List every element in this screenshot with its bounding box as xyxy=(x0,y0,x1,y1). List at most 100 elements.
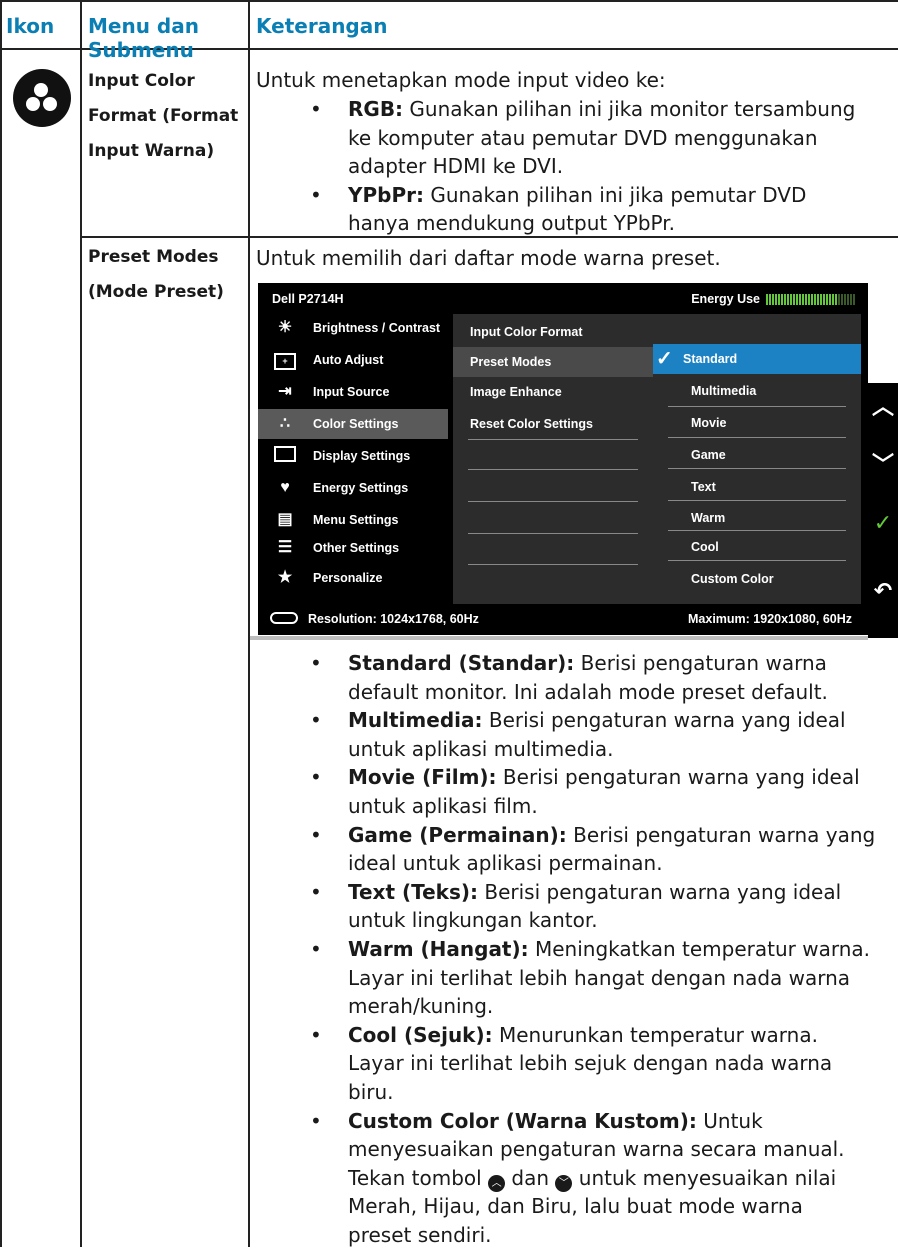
preset-modes-intro: Untuk memilih dari daftar mode warna pre… xyxy=(256,244,721,273)
brightness-icon: ☀ xyxy=(272,318,298,338)
up-arrow-icon[interactable]: ︿ xyxy=(868,389,898,421)
osd-submenu: Input Color Format Preset Modes Image En… xyxy=(453,314,653,604)
energy-bar-segment xyxy=(790,294,792,305)
osd-option-game[interactable]: Game xyxy=(653,440,861,470)
osd-menu-screenshot: Dell P2714H Energy Use ☀Brightness / Con… xyxy=(258,283,868,635)
energy-bar-segment xyxy=(826,294,828,305)
osd-sub-reset-color-settings[interactable]: Reset Color Settings xyxy=(453,409,653,439)
osd-footer: Resolution: 1024x1768, 60Hz Maximum: 192… xyxy=(258,604,868,635)
list-item: Warm (Hangat): Meningkatkan temperatur w… xyxy=(300,935,896,1021)
energy-bar-segment xyxy=(811,294,813,305)
energy-bar-segment xyxy=(853,294,855,305)
back-icon[interactable]: ↶ xyxy=(868,579,898,604)
table-top-border xyxy=(0,0,898,2)
energy-bar-segment xyxy=(778,294,780,305)
osd-item-other-settings[interactable]: ☰Other Settings xyxy=(258,533,448,563)
osd-sub-image-enhance[interactable]: Image Enhance xyxy=(453,377,653,407)
header-icon-column: Ikon xyxy=(6,14,54,38)
up-button-icon: ︿ xyxy=(488,1175,505,1192)
connector-icon xyxy=(270,612,298,624)
osd-item-auto-adjust[interactable]: +Auto Adjust xyxy=(258,345,448,375)
osd-title: Dell P2714H xyxy=(272,292,344,306)
osd-item-brightness[interactable]: ☀Brightness / Contrast xyxy=(258,313,448,343)
energy-bar-segment xyxy=(832,294,834,305)
input-color-format-list: RGB: Gunakan pilihan ini jika monitor te… xyxy=(300,95,896,238)
list-item: YPbPr: Gunakan pilihan ini jika pemutar … xyxy=(300,181,896,238)
osd-option-multimedia[interactable]: Multimedia xyxy=(653,376,861,406)
list-item: Cool (Sejuk): Menurunkan temperatur warn… xyxy=(300,1021,896,1107)
energy-bar-segment xyxy=(841,294,843,305)
submenu-input-color-format-line3: Input Warna) xyxy=(88,136,214,166)
osd-option-movie[interactable]: Movie xyxy=(653,408,861,438)
color-settings-icon: ∴ xyxy=(272,414,298,434)
energy-bar-segment xyxy=(796,294,798,305)
column-divider-2 xyxy=(248,0,250,1247)
energy-use-meter: Energy Use xyxy=(691,292,856,308)
submenu-input-color-format-line2: Format (Format xyxy=(88,101,238,131)
osd-maximum: Maximum: 1920x1080, 60Hz xyxy=(688,612,852,626)
list-item: RGB: Gunakan pilihan ini jika monitor te… xyxy=(300,95,896,181)
column-divider-1 xyxy=(80,0,82,1247)
energy-bar-segment xyxy=(847,294,849,305)
osd-option-cool[interactable]: Cool xyxy=(653,532,861,562)
header-description-column: Keterangan xyxy=(256,14,387,38)
osd-item-menu-settings[interactable]: ▤Menu Settings xyxy=(258,505,448,535)
osd-item-personalize[interactable]: ★Personalize xyxy=(258,563,448,593)
energy-bar-segment xyxy=(808,294,810,305)
energy-bar-segment xyxy=(793,294,795,305)
list-item: Text (Teks): Berisi pengaturan warna yan… xyxy=(300,878,896,935)
list-item: Custom Color (Warna Kustom): Untuk menye… xyxy=(300,1107,896,1249)
energy-bar-segment xyxy=(775,294,777,305)
check-icon[interactable]: ✓ xyxy=(868,511,898,536)
color-settings-icon xyxy=(13,69,71,127)
check-icon: ✓ xyxy=(656,346,673,371)
osd-resolution: Resolution: 1024x1768, 60Hz xyxy=(308,612,479,626)
other-settings-icon: ☰ xyxy=(272,538,298,558)
energy-bar-segment xyxy=(850,294,852,305)
down-button-icon: ﹀ xyxy=(555,1175,572,1192)
energy-bar-segment xyxy=(787,294,789,305)
energy-bar xyxy=(766,294,856,308)
energy-bar-segment xyxy=(805,294,807,305)
preset-modes-list: Standard (Standar): Berisi pengaturan wa… xyxy=(300,649,896,1249)
energy-bar-segment xyxy=(820,294,822,305)
down-arrow-icon[interactable]: ﹀ xyxy=(868,447,898,479)
energy-bar-segment xyxy=(772,294,774,305)
menu-settings-icon: ▤ xyxy=(272,510,298,530)
submenu-input-color-format-line1: Input Color xyxy=(88,66,195,96)
list-item: Standard (Standar): Berisi pengaturan wa… xyxy=(300,649,896,706)
energy-bar-segment xyxy=(835,294,837,305)
input-color-format-intro: Untuk menetapkan mode input video ke: xyxy=(256,66,666,95)
header-menu-column: Menu dan Submenu xyxy=(88,14,238,62)
osd-option-standard[interactable]: ✓Standard xyxy=(653,344,861,374)
osd-side-buttons: ︿ ﹀ ✓ ↶ xyxy=(868,383,898,638)
osd-option-warm[interactable]: Warm xyxy=(653,503,861,533)
osd-preset-options: ✓Standard Multimedia Movie Game Text War… xyxy=(653,314,861,604)
osd-item-color-settings[interactable]: ∴Color Settings xyxy=(258,409,448,439)
energy-bar-segment xyxy=(784,294,786,305)
energy-bar-segment xyxy=(814,294,816,305)
auto-adjust-icon: + xyxy=(272,350,298,370)
energy-bar-segment xyxy=(838,294,840,305)
energy-bar-segment xyxy=(799,294,801,305)
submenu-preset-modes-line1: Preset Modes xyxy=(88,242,218,272)
osd-option-text[interactable]: Text xyxy=(653,472,861,502)
energy-bar-segment xyxy=(829,294,831,305)
energy-bar-segment xyxy=(781,294,783,305)
osd-sub-input-color-format[interactable]: Input Color Format xyxy=(453,317,653,347)
table-left-border xyxy=(0,0,2,1247)
energy-settings-icon: ♥ xyxy=(272,478,298,498)
osd-sub-preset-modes[interactable]: Preset Modes xyxy=(453,347,653,377)
submenu-preset-modes-line2: (Mode Preset) xyxy=(88,277,224,307)
osd-item-energy-settings[interactable]: ♥Energy Settings xyxy=(258,473,448,503)
osd-option-custom-color[interactable]: Custom Color xyxy=(653,564,861,594)
osd-item-display-settings[interactable]: Display Settings xyxy=(258,441,448,471)
separator xyxy=(250,636,868,640)
osd-item-input-source[interactable]: ⇥Input Source xyxy=(258,377,448,407)
star-icon: ★ xyxy=(272,568,298,588)
list-item: Movie (Film): Berisi pengaturan warna ya… xyxy=(300,763,896,820)
energy-bar-segment xyxy=(802,294,804,305)
energy-bar-segment xyxy=(817,294,819,305)
list-item: Game (Permainan): Berisi pengaturan warn… xyxy=(300,821,896,878)
display-settings-icon xyxy=(272,446,298,466)
